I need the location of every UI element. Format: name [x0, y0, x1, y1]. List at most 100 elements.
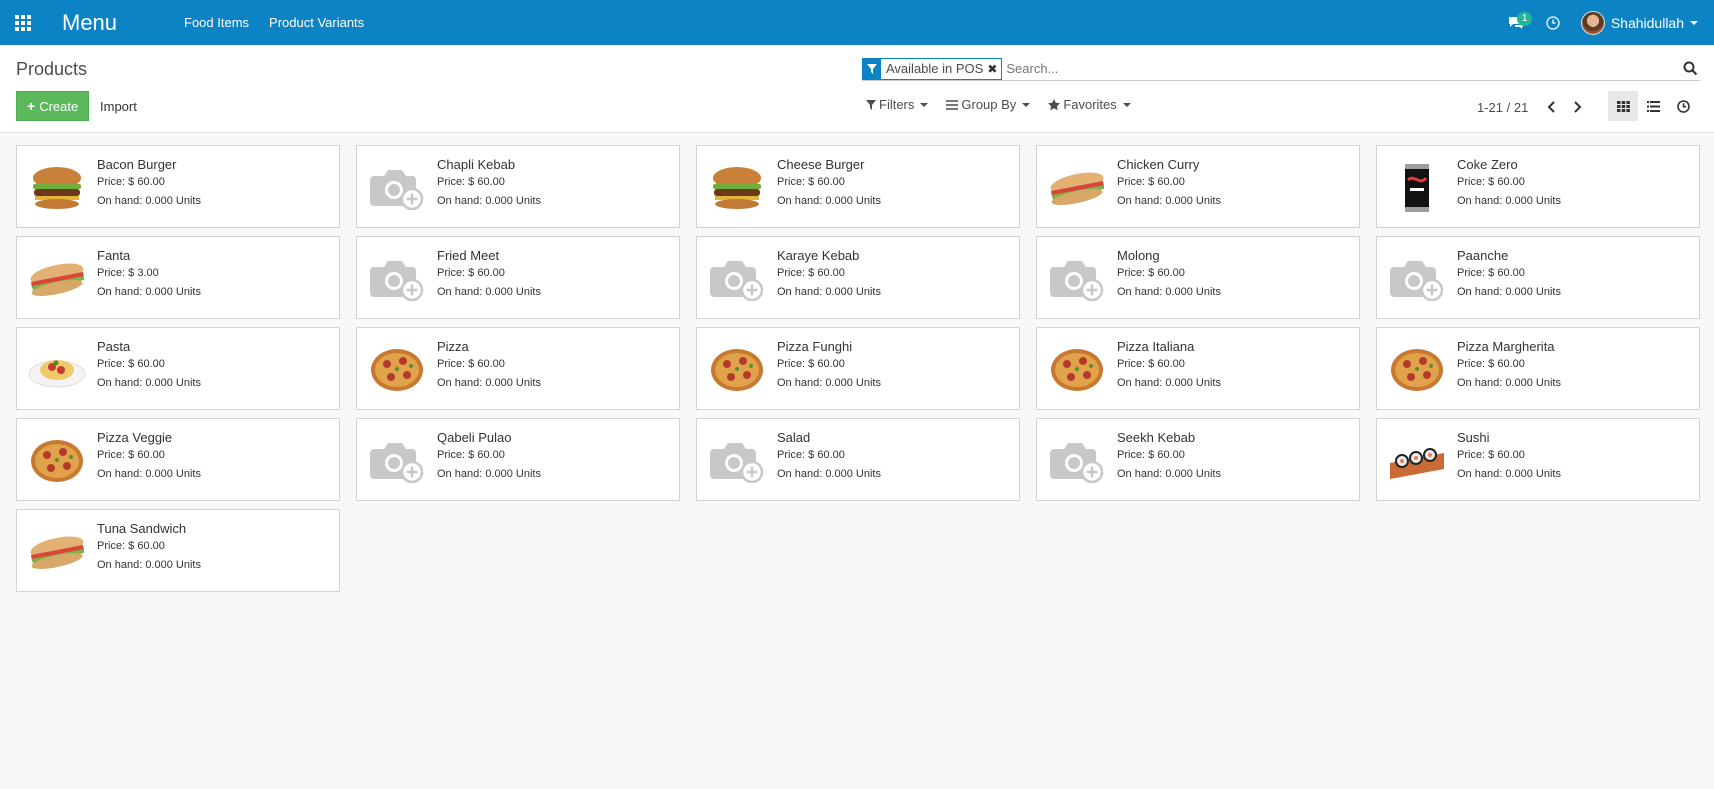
product-stock: On hand: 0.000 Units [777, 286, 881, 298]
product-name: Chicken Curry [1117, 157, 1200, 172]
pizza-image [1387, 340, 1447, 400]
control-panel: Products + Create Import Available in PO… [0, 45, 1714, 133]
chevron-down-icon [920, 102, 929, 107]
menu-product-variants[interactable]: Product Variants [259, 15, 374, 30]
product-name: Cheese Burger [777, 157, 865, 172]
search-facet: Available in POS ✖ [862, 57, 1003, 80]
product-name: Pizza Margherita [1457, 339, 1555, 354]
product-stock: On hand: 0.000 Units [777, 468, 881, 480]
product-price: Price: $ 60.00 [437, 449, 505, 461]
chevron-down-icon [1122, 102, 1131, 107]
product-name: Chapli Kebab [437, 157, 516, 172]
sandwich-image [27, 249, 87, 309]
camera-placeholder-icon [707, 431, 767, 491]
search-input[interactable] [1006, 61, 1680, 76]
product-price: Price: $ 60.00 [1457, 449, 1525, 461]
product-card[interactable]: Pizza Italiana Price: $ 60.00 On hand: 0… [1036, 327, 1360, 410]
top-navbar: Menu Food Items Product Variants 1 Shahi… [0, 0, 1714, 45]
search-options: Filters Group By Favorites [866, 97, 1149, 112]
app-brand: Menu [62, 9, 118, 35]
camera-placeholder-icon [367, 249, 427, 309]
product-stock: On hand: 0.000 Units [97, 559, 201, 571]
view-switcher [1608, 91, 1698, 121]
product-price: Price: $ 60.00 [437, 176, 505, 188]
product-card[interactable]: Pasta Price: $ 60.00 On hand: 0.000 Unit… [16, 327, 340, 410]
search-icon[interactable] [1680, 59, 1700, 79]
product-name: Salad [777, 430, 811, 445]
product-stock: On hand: 0.000 Units [1457, 195, 1561, 207]
activity-view-button[interactable] [1668, 91, 1698, 121]
clock-icon [1676, 99, 1690, 113]
product-card[interactable]: Seekh Kebab Price: $ 60.00 On hand: 0.00… [1036, 418, 1360, 501]
product-card[interactable]: Fanta Price: $ 3.00 On hand: 0.000 Units [16, 236, 340, 319]
product-stock: On hand: 0.000 Units [1117, 377, 1221, 389]
product-card[interactable]: Chicken Curry Price: $ 60.00 On hand: 0.… [1036, 145, 1360, 228]
product-card[interactable]: Fried Meet Price: $ 60.00 On hand: 0.000… [356, 236, 680, 319]
product-name: Pizza Veggie [97, 430, 173, 445]
product-price: Price: $ 60.00 [97, 176, 165, 188]
product-card[interactable]: Pizza Margherita Price: $ 60.00 On hand:… [1376, 327, 1700, 410]
product-name: Karaye Kebab [777, 248, 860, 263]
product-price: Price: $ 60.00 [777, 358, 845, 370]
filter-icon [863, 58, 881, 79]
product-stock: On hand: 0.000 Units [1457, 468, 1561, 480]
product-card[interactable]: Salad Price: $ 60.00 On hand: 0.000 Unit… [696, 418, 1020, 501]
product-price: Price: $ 60.00 [437, 358, 505, 370]
apps-menu-icon[interactable] [0, 0, 46, 45]
filters-dropdown[interactable]: Filters [866, 97, 929, 112]
product-price: Price: $ 60.00 [437, 267, 505, 279]
product-name: Fried Meet [437, 248, 500, 263]
product-name: Sushi [1457, 430, 1490, 445]
groupby-label: Group By [961, 97, 1017, 112]
facet-remove-icon[interactable]: ✖ [987, 62, 1001, 76]
messages-button[interactable]: 1 [1499, 0, 1533, 45]
filter-icon [866, 99, 876, 110]
product-stock: On hand: 0.000 Units [437, 377, 541, 389]
product-kanban: Bacon Burger Price: $ 60.00 On hand: 0.0… [16, 145, 1700, 592]
product-card[interactable]: Coke Zero Price: $ 60.00 On hand: 0.000 … [1376, 145, 1700, 228]
kanban-view-button[interactable] [1608, 91, 1638, 121]
menu-food-items[interactable]: Food Items [174, 15, 259, 30]
camera-placeholder-icon [1387, 249, 1447, 309]
search-box: Available in POS ✖ [862, 57, 1700, 81]
product-name: Tuna Sandwich [97, 521, 187, 536]
product-price: Price: $ 60.00 [777, 449, 845, 461]
product-name: Bacon Burger [97, 157, 177, 172]
user-name: Shahidullah [1610, 14, 1684, 31]
filters-label: Filters [879, 97, 915, 112]
product-name: Fanta [97, 248, 131, 263]
groupby-dropdown[interactable]: Group By [946, 97, 1031, 112]
product-card[interactable]: Molong Price: $ 60.00 On hand: 0.000 Uni… [1036, 236, 1360, 319]
product-price: Price: $ 60.00 [1457, 176, 1525, 188]
pizza-image [27, 431, 87, 491]
product-card[interactable]: Pizza Price: $ 60.00 On hand: 0.000 Unit… [356, 327, 680, 410]
product-card[interactable]: Tuna Sandwich Price: $ 60.00 On hand: 0.… [16, 509, 340, 592]
product-name: Pizza Funghi [777, 339, 853, 354]
list-icon [1646, 100, 1660, 112]
product-price: Price: $ 60.00 [97, 449, 165, 461]
kanban-icon [1616, 100, 1630, 112]
create-button[interactable]: + Create [16, 91, 90, 121]
product-card[interactable]: Qabeli Pulao Price: $ 60.00 On hand: 0.0… [356, 418, 680, 501]
burger-image [707, 158, 767, 218]
pizza-image [367, 340, 427, 400]
activities-button[interactable] [1533, 0, 1573, 45]
chevron-right-icon[interactable] [1564, 97, 1590, 117]
list-view-button[interactable] [1638, 91, 1668, 121]
product-card[interactable]: Chapli Kebab Price: $ 60.00 On hand: 0.0… [356, 145, 680, 228]
user-menu[interactable]: Shahidullah [1573, 0, 1714, 45]
product-card[interactable]: Pizza Funghi Price: $ 60.00 On hand: 0.0… [696, 327, 1020, 410]
product-card[interactable]: Paanche Price: $ 60.00 On hand: 0.000 Un… [1376, 236, 1700, 319]
product-stock: On hand: 0.000 Units [437, 468, 541, 480]
product-card[interactable]: Bacon Burger Price: $ 60.00 On hand: 0.0… [16, 145, 340, 228]
product-card[interactable]: Cheese Burger Price: $ 60.00 On hand: 0.… [696, 145, 1020, 228]
product-card[interactable]: Sushi Price: $ 60.00 On hand: 0.000 Unit… [1376, 418, 1700, 501]
pager-value[interactable]: 1-21 / 21 [1477, 100, 1528, 115]
product-price: Price: $ 60.00 [1457, 267, 1525, 279]
chevron-left-icon[interactable] [1538, 97, 1564, 117]
product-card[interactable]: Karaye Kebab Price: $ 60.00 On hand: 0.0… [696, 236, 1020, 319]
product-card[interactable]: Pizza Veggie Price: $ 60.00 On hand: 0.0… [16, 418, 340, 501]
create-label: Create [39, 98, 79, 114]
import-button[interactable]: Import [92, 91, 145, 121]
favorites-dropdown[interactable]: Favorites [1048, 97, 1131, 112]
